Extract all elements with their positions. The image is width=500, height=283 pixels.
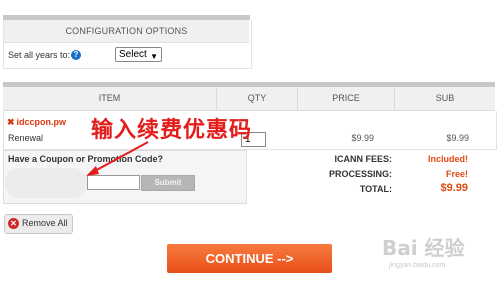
total-label: TOTAL: xyxy=(359,184,392,194)
years-select[interactable]: Select ▼ xyxy=(115,47,162,62)
column-sub: SUB xyxy=(435,93,455,103)
column-qty: QTY xyxy=(247,93,267,103)
column-item: ITEM xyxy=(98,93,121,103)
coupon-input[interactable] xyxy=(87,175,140,190)
remove-all-button[interactable]: ✕ Remove All xyxy=(4,214,73,234)
icann-fees-label: ICANN FEES: xyxy=(334,154,392,164)
chevron-down-icon: ▼ xyxy=(150,52,158,61)
domain-item[interactable]: ✖ idccpon.pw xyxy=(7,117,66,128)
watermark-logo: Bai 经验 xyxy=(382,236,465,260)
remove-item-icon[interactable]: ✖ xyxy=(7,117,15,127)
help-icon[interactable]: ? xyxy=(71,50,81,60)
item-price: $9.99 xyxy=(351,133,374,143)
set-all-years-label: Set all years to: xyxy=(8,50,71,60)
annotation-text: 输入续费优惠码 xyxy=(91,118,253,143)
config-header: CONFIGURATION OPTIONS xyxy=(4,20,249,43)
watermark-url: jingyan.baidu.com xyxy=(389,262,446,269)
item-subtotal: $9.99 xyxy=(446,133,469,143)
remove-icon: ✕ xyxy=(8,218,19,229)
column-price: PRICE xyxy=(332,93,360,103)
domain-name: idccpon.pw xyxy=(16,117,67,127)
remove-all-label: Remove All xyxy=(22,218,68,228)
blurred-region xyxy=(5,168,87,198)
total-value: $9.99 xyxy=(440,182,468,194)
continue-button[interactable]: CONTINUE --> xyxy=(167,244,332,273)
item-type: Renewal xyxy=(8,133,44,143)
icann-fees-value: Included! xyxy=(428,154,468,164)
coupon-label: Have a Coupon or Promotion Code? xyxy=(8,154,164,164)
coupon-submit-button[interactable]: Submit xyxy=(141,175,195,191)
processing-value: Free! xyxy=(445,169,468,179)
years-select-value: Select xyxy=(119,49,147,60)
processing-label: PROCESSING: xyxy=(328,169,392,179)
